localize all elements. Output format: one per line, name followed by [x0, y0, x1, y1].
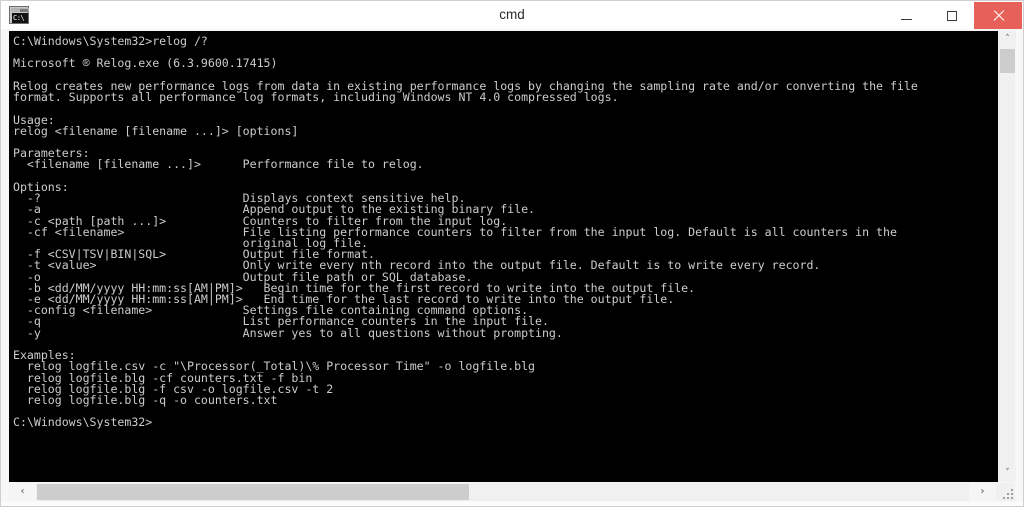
maximize-button[interactable] [929, 2, 974, 29]
scroll-right-icon[interactable]: › [969, 483, 996, 501]
icon-window-buttons [20, 9, 28, 12]
icon-window-frame: C:\ [9, 6, 29, 24]
resize-grip[interactable] [1001, 487, 1013, 499]
title-bar[interactable]: C:\ cmd [1, 1, 1023, 29]
console-output-text: C:\Windows\System32>relog /? Microsoft ®… [13, 34, 918, 430]
horizontal-scrollbar[interactable]: ‹ › [9, 483, 1015, 501]
close-button[interactable] [974, 2, 1022, 29]
icon-window-titlebar [11, 8, 29, 12]
minimize-button[interactable] [884, 2, 929, 29]
maximize-icon [946, 10, 957, 21]
caption-button-group [884, 2, 1022, 29]
console-client-area: C:\Windows\System32>relog /? Microsoft ®… [9, 31, 1016, 482]
scroll-up-icon[interactable]: ˄ [999, 31, 1016, 48]
cmd-window: C:\ cmd C:\Windows\System32>relog /? Mic… [0, 0, 1024, 507]
console-output-surface[interactable]: C:\Windows\System32>relog /? Microsoft ®… [9, 31, 998, 482]
close-icon [992, 9, 1005, 22]
scroll-left-icon[interactable]: ‹ [9, 483, 36, 501]
vertical-scrollbar[interactable]: ˄ ˅ [998, 31, 1016, 482]
window-title: cmd [499, 7, 525, 22]
minimize-icon [901, 18, 912, 20]
cmd-console-icon: C:\ [9, 6, 29, 24]
icon-console-text: C:\ [12, 13, 28, 23]
vertical-scrollbar-thumb[interactable] [1000, 49, 1015, 73]
horizontal-scrollbar-thumb[interactable] [37, 484, 469, 500]
scroll-down-icon[interactable]: ˅ [999, 465, 1016, 482]
window-bottom-edge [1, 502, 1023, 506]
